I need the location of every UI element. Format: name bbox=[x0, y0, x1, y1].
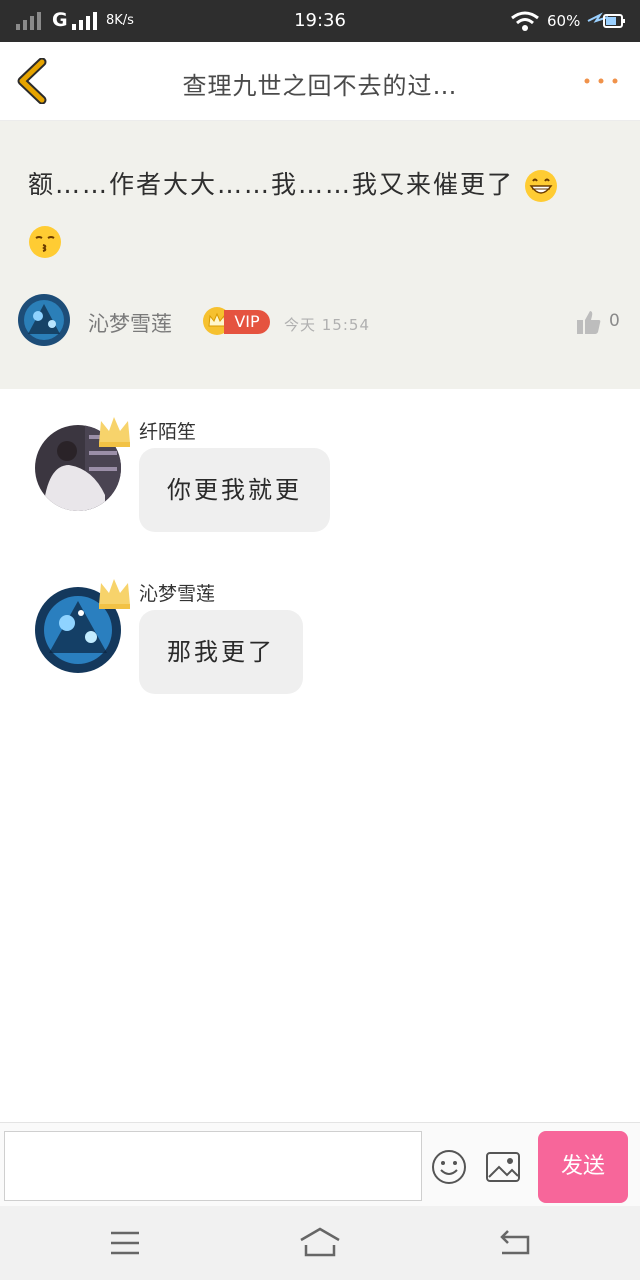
crown-icon bbox=[99, 579, 130, 609]
message-bubble: 你更我就更 bbox=[139, 448, 330, 532]
reply-item: 沁梦雪莲 那我更了 bbox=[0, 567, 640, 707]
top-app-bar: 查理九世之回不去的过… bbox=[0, 42, 640, 121]
send-button[interactable]: 发送 bbox=[538, 1131, 628, 1203]
post-text: 额……作者大大……我……我又来催更了 bbox=[28, 170, 515, 199]
reply-author-name[interactable]: 沁梦雪莲 bbox=[139, 579, 215, 606]
battery-percent: 60% bbox=[547, 12, 581, 30]
status-bar: G 8K/s 19:36 60% bbox=[0, 0, 640, 42]
reply-item: 纤陌笙 你更我就更 bbox=[0, 405, 640, 545]
wifi-icon bbox=[511, 11, 539, 31]
like-count: 0 bbox=[609, 311, 620, 331]
vip-badge: VIP bbox=[224, 310, 270, 334]
post-content: 额……作者大大……我……我又来催更了 bbox=[28, 157, 618, 269]
battery-icon bbox=[587, 12, 625, 28]
chevron-left-icon[interactable] bbox=[14, 58, 54, 104]
post-timestamp: 今天 15:54 bbox=[284, 316, 370, 334]
page-title: 查理九世之回不去的过… bbox=[182, 72, 458, 100]
image-icon[interactable] bbox=[485, 1151, 521, 1183]
post-author-name[interactable]: 沁梦雪莲 bbox=[88, 308, 172, 338]
crown-icon bbox=[99, 417, 130, 447]
back-icon[interactable] bbox=[498, 1228, 532, 1256]
message-input[interactable] bbox=[4, 1131, 422, 1201]
emoji-icon[interactable] bbox=[431, 1149, 467, 1185]
menu-icon[interactable] bbox=[109, 1230, 141, 1256]
message-bubble: 那我更了 bbox=[139, 610, 303, 694]
thumbs-up-icon[interactable] bbox=[576, 309, 602, 335]
kiss-emoji-icon bbox=[29, 226, 61, 258]
grin-emoji-icon bbox=[524, 170, 557, 202]
reply-author-name[interactable]: 纤陌笙 bbox=[139, 417, 196, 444]
clock: 19:36 bbox=[294, 10, 346, 31]
more-dots-icon[interactable] bbox=[578, 70, 624, 92]
original-post: 额……作者大大……我……我又来催更了 沁梦雪莲 VIP 今天 15:54 0 bbox=[0, 121, 640, 389]
system-nav-bar bbox=[0, 1206, 640, 1280]
post-author-avatar[interactable] bbox=[18, 294, 70, 346]
home-icon[interactable] bbox=[298, 1226, 342, 1258]
compose-bar: 发送 bbox=[0, 1122, 640, 1207]
